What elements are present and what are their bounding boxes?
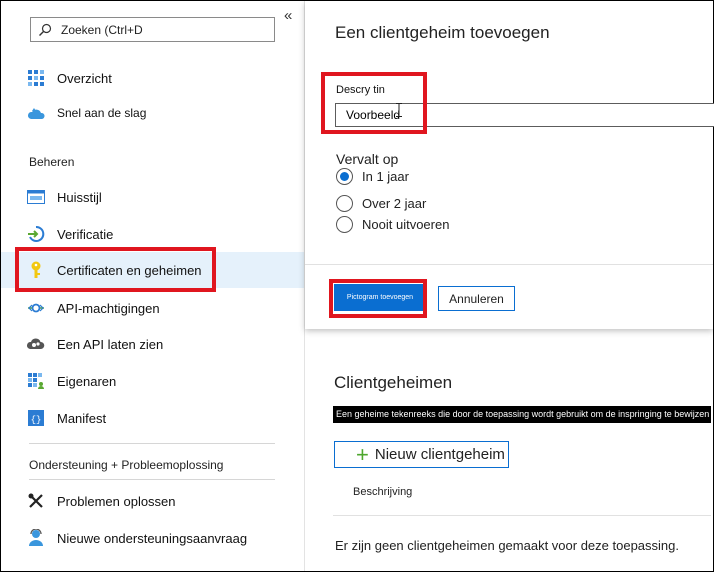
support-person-icon — [27, 529, 45, 547]
sidebar-item-overzicht[interactable]: Overzicht — [1, 60, 304, 96]
sidebar-item-snel-aan-de-slag[interactable]: Snel aan de slag — [1, 95, 304, 131]
owners-grid-icon — [27, 372, 45, 390]
sidebar-item-problemen-oplossen[interactable]: Problemen oplossen — [1, 483, 304, 519]
sidebar-item-label: Eigenaren — [57, 373, 117, 389]
wrench-troubleshoot-icon — [27, 492, 45, 510]
sidebar-item-eigenaren[interactable]: Eigenaren — [1, 363, 304, 399]
authentication-arrow-icon — [27, 225, 45, 243]
new-client-secret-label: Nieuw clientgeheim — [374, 446, 505, 463]
column-header-description: Beschrijving — [353, 486, 413, 498]
plus-icon: + — [356, 441, 369, 467]
svg-text:{}: {} — [31, 415, 42, 425]
sidebar-item-nieuwe-ondersteuningsaanvraag[interactable]: Nieuwe ondersteuningsaanvraag — [1, 520, 304, 556]
sidebar-item-label: Manifest — [57, 410, 107, 426]
client-secrets-title: Clientgeheimen — [334, 373, 453, 392]
radio-button[interactable] — [336, 168, 353, 185]
sidebar-item-api-machtigingen[interactable]: API-machtigingen — [1, 290, 304, 326]
manifest-brackets-icon: {} — [27, 409, 45, 427]
highlight-box-certificates — [15, 247, 216, 292]
branding-window-icon — [27, 188, 45, 206]
radio-label: In 1 jaar — [362, 169, 409, 184]
new-client-secret-button[interactable]: + Nieuw clientgeheim — [334, 441, 509, 468]
expose-api-cloud-icon — [27, 335, 45, 353]
section-heading-support: Ondersteuning + Probleemoplossing — [29, 458, 224, 472]
sidebar-item-label: Nieuwe ondersteuningsaanvraag — [57, 530, 248, 546]
radio-option-2-years[interactable]: Over 2 jaar — [336, 195, 426, 212]
sidebar-item-label: Verificatie — [57, 226, 114, 242]
collapse-sidebar-icon[interactable]: « — [284, 7, 292, 24]
api-permissions-icon — [27, 299, 45, 317]
sidebar-item-label: Huisstijl — [57, 189, 102, 205]
sidebar-item-label: Een API laten zien — [57, 336, 164, 352]
search-input[interactable] — [61, 21, 261, 38]
section-heading-manage: Beheren — [29, 155, 75, 169]
radio-option-1-year[interactable]: In 1 jaar — [336, 168, 409, 185]
search-box[interactable] — [30, 17, 275, 42]
radio-button[interactable] — [336, 216, 353, 233]
grid-overview-icon — [27, 69, 45, 87]
expires-label: Vervalt op — [336, 151, 399, 167]
radio-option-never[interactable]: Nooit uitvoeren — [336, 216, 449, 233]
panel-footer-divider — [305, 264, 713, 265]
radio-button[interactable] — [336, 195, 353, 212]
sidebar-item-manifest[interactable]: {} Manifest — [1, 400, 304, 436]
highlight-box-add-button — [329, 279, 427, 318]
sidebar-divider — [29, 479, 275, 480]
cancel-button[interactable]: Annuleren — [438, 286, 515, 311]
radio-label: Over 2 jaar — [362, 196, 427, 211]
radio-label: Nooit uitvoeren — [362, 217, 450, 232]
text-cursor-icon — [396, 103, 402, 117]
sidebar-item-label: API-machtigingen — [57, 300, 160, 316]
sidebar-item-label: Problemen oplossen — [57, 493, 176, 509]
sidebar-divider — [29, 443, 275, 444]
sidebar-item-huisstijl[interactable]: Huisstijl — [1, 179, 304, 215]
empty-state-message: Er zijn geen clientgeheimen gemaakt voor… — [335, 538, 679, 553]
client-secrets-info: Een geheime tekenreeks die door de toepa… — [333, 406, 711, 423]
sidebar-item-een-api-laten-zien[interactable]: Een API laten zien — [1, 326, 304, 362]
sidebar-item-label: Snel aan de slag — [57, 106, 147, 120]
table-divider — [333, 515, 711, 516]
highlight-box-description — [321, 72, 427, 134]
search-icon — [39, 23, 52, 36]
cloud-quickstart-icon — [27, 104, 45, 122]
panel-title: Een clientgeheim toevoegen — [335, 23, 550, 42]
sidebar-item-label: Overzicht — [57, 70, 112, 86]
